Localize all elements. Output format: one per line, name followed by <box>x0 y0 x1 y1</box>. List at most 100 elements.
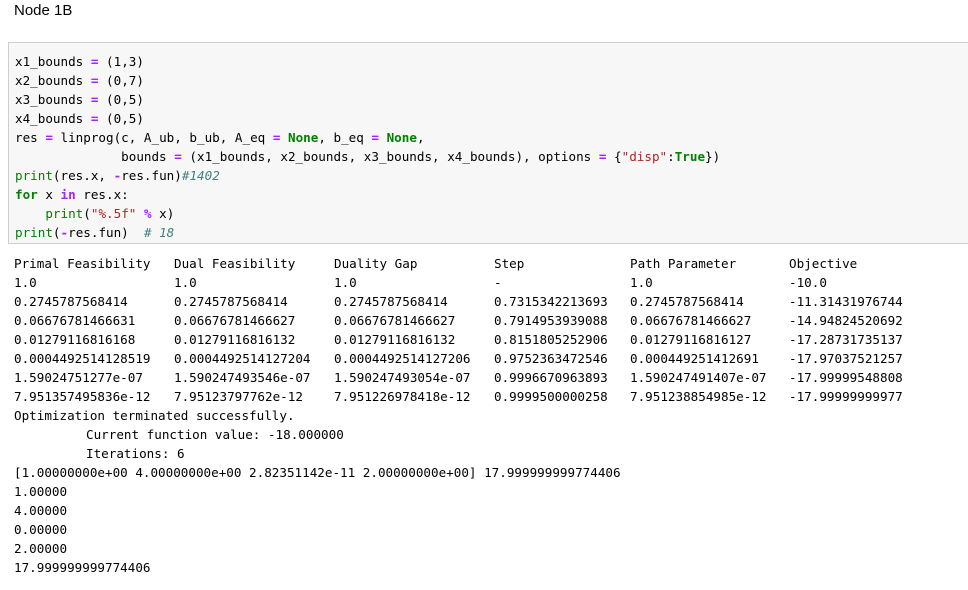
code-token: = <box>371 130 380 145</box>
column-header: Primal Feasibility <box>14 256 151 271</box>
table-cell: 0.0004492514127204 <box>174 351 311 366</box>
code-token: res.fun) <box>121 168 182 183</box>
table-cell: -11.31431976744 <box>789 294 903 309</box>
objective-value: 17.999999999774406 <box>14 560 151 575</box>
table-row: 1.0 1.0 1.0 - 1.0 -10.0 <box>14 273 929 292</box>
table-cell: 0.9752363472546 <box>494 351 608 366</box>
table-cell: -17.28731735137 <box>789 332 903 347</box>
table-cell: 0.9999500000258 <box>494 389 608 404</box>
code-token: (0,5) <box>106 111 144 126</box>
code-token: None <box>280 130 319 145</box>
table-cell: 0.0004492514127206 <box>334 351 471 366</box>
table-cell: 0.01279116816132 <box>174 332 296 347</box>
table-row: 7.951357495836e-12 7.95123797762e-12 7.9… <box>14 387 929 406</box>
table-cell: -10.0 <box>789 275 827 290</box>
table-cell: 0.06676781466627 <box>630 313 752 328</box>
table-cell: 0.01279116816127 <box>630 332 752 347</box>
code-line-10: print(-res.fun) # 18 <box>15 223 720 242</box>
code-token: in <box>60 187 76 202</box>
code-line-1: x1_bounds = (1,3) <box>15 52 720 71</box>
code-token: "%.5f" <box>90 206 137 221</box>
code-token: , b_eq <box>318 130 372 145</box>
table-cell: 0.01279116816132 <box>334 332 456 347</box>
table-cell: 1.590247491407e-07 <box>630 370 767 385</box>
table-cell: 0.8151805252906 <box>494 332 608 347</box>
table-row: 0.01279116816168 0.01279116816132 0.0127… <box>14 330 929 349</box>
table-cell: 7.951238854985e-12 <box>630 389 767 404</box>
code-token: = <box>45 130 53 145</box>
code-token: linprog(c, A_ub, b_ub, A_eq <box>52 130 273 145</box>
table-cell: -17.97037521257 <box>789 351 903 366</box>
solution-value: 2.00000 <box>14 541 68 556</box>
code-token: (0,5) <box>106 92 144 107</box>
result-vector-line: [1.00000000e+00 4.00000000e+00 2.8235114… <box>14 465 621 480</box>
table-cell: 0.06676781466631 <box>14 313 136 328</box>
table-header-row: Primal Feasibility Dual Feasibility Dual… <box>14 254 929 273</box>
column-header: Objective <box>789 256 858 271</box>
code-token: (0,7) <box>106 73 144 88</box>
code-token: print <box>15 168 53 183</box>
code-token: for <box>15 187 38 202</box>
table-cell: 0.000449251412691 <box>630 351 759 366</box>
table-row: 1.59024751277e-07 1.590247493546e-07 1.5… <box>14 368 929 387</box>
table-cell: 0.06676781466627 <box>334 313 456 328</box>
code-token: { <box>606 149 622 164</box>
code-comment: #1402 <box>181 168 220 183</box>
table-cell: 0.06676781466627 <box>174 313 296 328</box>
table-cell: 1.59024751277e-07 <box>14 370 143 385</box>
table-cell: 0.01279116816168 <box>14 332 136 347</box>
code-token: x4_bounds <box>15 111 84 126</box>
code-token: res.x: <box>75 187 129 202</box>
table-cell: 7.951357495836e-12 <box>14 389 151 404</box>
code-token: = <box>90 92 99 107</box>
code-token: = <box>90 111 99 126</box>
table-cell: 0.2745787568414 <box>174 294 288 309</box>
table-cell: -17.99999548808 <box>789 370 903 385</box>
table-cell: 0.2745787568414 <box>14 294 128 309</box>
table-row: 0.0004492514128519 0.0004492514127204 0.… <box>14 349 929 368</box>
code-token: ( <box>83 206 91 221</box>
code-token: None <box>379 130 417 145</box>
code-token: x1_bounds <box>15 54 84 69</box>
code-token: "disp" <box>621 149 668 164</box>
table-cell: 1.0 <box>334 275 357 290</box>
code-token: = <box>174 149 182 164</box>
iteration-table: Primal Feasibility Dual Feasibility Dual… <box>14 254 929 406</box>
column-header: Duality Gap <box>334 256 418 271</box>
code-token: print <box>45 206 84 221</box>
table-row: 0.2745787568414 0.2745787568414 0.274578… <box>14 292 929 311</box>
code-token: res.fun) <box>68 225 144 240</box>
code-editor[interactable]: x1_bounds = (1,3) x2_bounds = (0,7) x3_bou… <box>15 52 720 242</box>
table-cell: 7.951226978418e-12 <box>334 389 471 404</box>
code-token: (1,3) <box>106 54 144 69</box>
code-cell[interactable]: x1_bounds = (1,3) x2_bounds = (0,7) x3_bou… <box>8 42 968 244</box>
table-cell: 0.2745787568414 <box>630 294 744 309</box>
solution-value: 1.00000 <box>14 484 68 499</box>
code-token: x <box>37 187 61 202</box>
code-token: - <box>60 225 69 240</box>
code-token: res <box>15 130 46 145</box>
code-line-6: bounds = (x1_bounds, x2_bounds, x3_bound… <box>15 147 720 166</box>
iterations-count: Iterations: 6 <box>86 446 185 461</box>
code-token: : <box>667 149 675 164</box>
table-cell: 1.0 <box>174 275 197 290</box>
code-line-5: res = linprog(c, A_ub, b_ub, A_eq = None… <box>15 128 720 147</box>
code-token: (res.x, <box>52 168 114 183</box>
code-token: True <box>674 149 706 164</box>
code-token: x2_bounds <box>15 73 84 88</box>
code-token: , <box>416 130 425 145</box>
code-line-7: print(res.x, -res.fun)#1402 <box>15 166 720 185</box>
code-line-2: x2_bounds = (0,7) <box>15 71 720 90</box>
table-cell: 0.7914953939088 <box>494 313 608 328</box>
code-token: x) <box>151 206 175 221</box>
table-cell: 1.0 <box>14 275 37 290</box>
code-token: x3_bounds <box>15 92 84 107</box>
code-token: bounds <box>15 149 175 164</box>
code-token: = <box>90 73 99 88</box>
table-row: 0.06676781466631 0.06676781466627 0.0667… <box>14 311 929 330</box>
solution-value: 0.00000 <box>14 522 68 537</box>
code-token: }) <box>705 149 721 164</box>
table-cell: 0.7315342213693 <box>494 294 608 309</box>
